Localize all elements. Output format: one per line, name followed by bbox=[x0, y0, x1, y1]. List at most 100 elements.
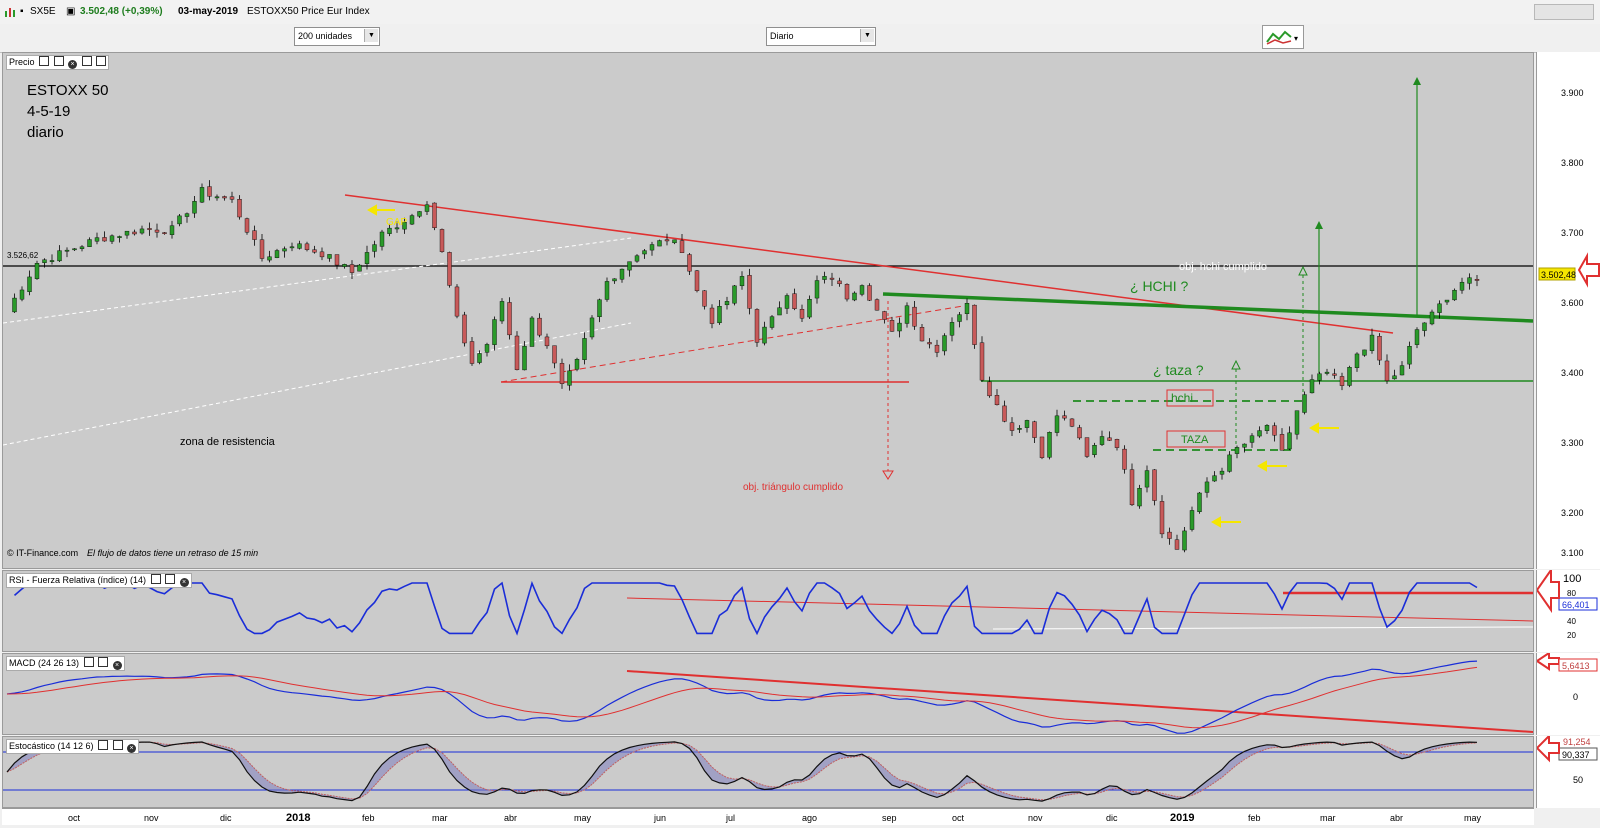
candle bbox=[1077, 424, 1082, 440]
candle bbox=[627, 261, 632, 277]
stoch-label-text: Estocástico (14 12 6) bbox=[9, 741, 94, 751]
candle bbox=[762, 321, 767, 346]
chevron-down-icon[interactable]: ▼ bbox=[860, 29, 874, 42]
candle bbox=[417, 211, 422, 218]
candle bbox=[1152, 469, 1157, 506]
candle bbox=[1024, 419, 1030, 433]
candle bbox=[327, 254, 332, 262]
candle-body bbox=[214, 196, 220, 199]
rsi-axis-svg: 100 80 66,401 40 20 bbox=[1535, 566, 1598, 640]
chart-style-button[interactable]: ▾ bbox=[1262, 25, 1304, 49]
candle-body bbox=[199, 187, 205, 203]
candle-body bbox=[634, 255, 640, 262]
candle bbox=[1092, 442, 1097, 458]
info-icon[interactable]: ▣ bbox=[66, 6, 75, 17]
candle bbox=[259, 233, 265, 262]
quote-date: 03-may-2019 bbox=[178, 6, 239, 17]
candle-body bbox=[1024, 420, 1030, 428]
candle bbox=[544, 333, 550, 349]
candle bbox=[1174, 534, 1180, 550]
window-icon[interactable] bbox=[98, 657, 109, 667]
candle-body bbox=[822, 276, 827, 280]
window-icon[interactable] bbox=[53, 56, 64, 66]
candle-body bbox=[72, 248, 77, 251]
candle bbox=[769, 314, 775, 330]
candle bbox=[1167, 527, 1172, 545]
candle-body bbox=[1054, 415, 1060, 433]
candle bbox=[162, 231, 167, 235]
candle-body bbox=[1152, 469, 1157, 501]
candle-body bbox=[1107, 437, 1112, 441]
close-icon[interactable]: ▪ bbox=[20, 6, 24, 17]
candle-body bbox=[1437, 303, 1442, 313]
wrench-icon[interactable] bbox=[98, 740, 109, 750]
candle-body bbox=[687, 254, 692, 272]
candle-body bbox=[957, 314, 962, 322]
candle bbox=[957, 311, 962, 328]
candle bbox=[942, 333, 947, 356]
candle bbox=[792, 288, 797, 311]
candle bbox=[109, 234, 115, 244]
candle bbox=[229, 191, 235, 203]
red-arrow-icon bbox=[1535, 733, 1560, 763]
candle-body bbox=[1204, 481, 1210, 493]
y-tick: 20 bbox=[1567, 631, 1576, 640]
candle-body bbox=[657, 240, 662, 247]
close-icon[interactable]: × bbox=[112, 661, 122, 670]
candle-body bbox=[769, 316, 775, 328]
candle-body bbox=[852, 292, 857, 301]
candle bbox=[87, 237, 92, 247]
copy-icon[interactable] bbox=[96, 56, 107, 66]
symbol-label: SX5E bbox=[30, 6, 56, 17]
candle bbox=[267, 250, 272, 263]
candle bbox=[949, 317, 955, 342]
candle bbox=[1452, 288, 1457, 301]
candle bbox=[222, 195, 227, 201]
candle-body bbox=[387, 227, 392, 234]
candle-body bbox=[492, 319, 497, 345]
chevron-down-icon[interactable]: ▼ bbox=[364, 29, 378, 42]
chart-style-icon: ▾ bbox=[1266, 30, 1298, 45]
wrench-icon[interactable] bbox=[39, 56, 50, 66]
window-icon[interactable] bbox=[165, 574, 176, 584]
wrench-icon[interactable] bbox=[150, 574, 161, 584]
period-select[interactable]: Diario ▼ bbox=[766, 27, 876, 46]
close-icon[interactable]: × bbox=[179, 578, 189, 587]
candle bbox=[1062, 410, 1067, 421]
window-icon[interactable] bbox=[112, 740, 123, 750]
candle bbox=[199, 183, 205, 204]
x-tick-label: may bbox=[1464, 813, 1482, 823]
candle-body bbox=[679, 240, 685, 253]
candle-body bbox=[439, 229, 445, 252]
candle-body bbox=[1384, 360, 1390, 381]
close-icon[interactable]: × bbox=[127, 744, 137, 753]
add-icon[interactable] bbox=[81, 56, 92, 66]
price-panel-label: Precio × bbox=[6, 55, 110, 70]
wrench-icon[interactable] bbox=[83, 657, 94, 667]
candle bbox=[634, 254, 640, 263]
units-select[interactable]: 200 unidades ▼ bbox=[294, 27, 380, 46]
candle-body bbox=[192, 201, 197, 214]
candle-body bbox=[597, 299, 602, 318]
rsi-panel-label: RSI - Fuerza Relativa (índice) (14) × bbox=[6, 573, 192, 588]
candle bbox=[597, 298, 602, 323]
candle-body bbox=[1392, 375, 1397, 380]
candle-body bbox=[1129, 469, 1135, 506]
window-scroll[interactable] bbox=[1534, 4, 1594, 20]
candle-body bbox=[882, 311, 887, 320]
candle-body bbox=[1279, 434, 1285, 451]
candle-body bbox=[1212, 475, 1217, 482]
red-arrow-icon bbox=[1535, 566, 1560, 614]
close-icon[interactable]: × bbox=[68, 60, 78, 69]
candle-body bbox=[672, 239, 677, 244]
candle bbox=[507, 297, 512, 340]
candle-body bbox=[1294, 410, 1300, 435]
candle bbox=[1009, 417, 1015, 436]
candle bbox=[282, 246, 287, 258]
toolbar: 200 unidades ▼ Diario ▼ ▾ bbox=[0, 24, 1600, 53]
x-tick-label: mar bbox=[1320, 813, 1336, 823]
candle bbox=[1407, 341, 1412, 369]
footer-source: © IT-Finance.com bbox=[7, 548, 78, 558]
candle-body bbox=[424, 204, 430, 212]
candle bbox=[1347, 365, 1352, 388]
